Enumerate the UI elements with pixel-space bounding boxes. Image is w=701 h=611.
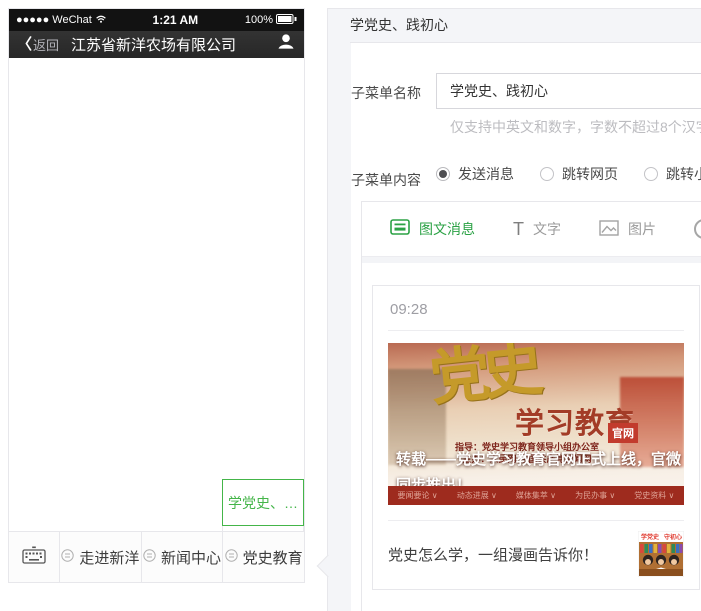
menu-item-1[interactable]: 走进新洋 [60,532,142,582]
banner-nav-item: 要闻要论 ∨ [398,490,438,501]
tab-rich-media[interactable]: 图文消息 [390,219,475,239]
radio-label: 发送消息 [458,164,514,184]
banner-nav-strip: 要闻要论 ∨ 动态进展 ∨ 媒体集萃 ∨ 为民办事 ∨ 党史资料 ∨ [388,486,684,505]
name-field-label: 子菜单名称 [351,83,421,103]
tab-text[interactable]: T 文字 [513,219,561,239]
card-divider [388,330,684,331]
panel-content: 子菜单名称 仅支持中英文和数字，字数不超过8个汉字或 子菜单内容 发送消息 跳转… [351,43,701,611]
battery-percent: 100% [245,14,273,26]
menu-circle-icon [143,549,156,566]
menu-item-label: 走进新洋 [79,547,139,568]
banner-nav-item: 动态进展 ∨ [457,490,497,501]
rich-media-icon [390,219,410,239]
radio-dot [540,167,554,181]
phone-status-bar: ●●●●● WeChat 1:21 AM 100% [9,9,304,31]
menu-editor-page: ●●●●● WeChat 1:21 AM 100% 〈 返回 江苏省新洋农场有限… [0,0,701,611]
banner-nav-item: 为民办事 ∨ [575,490,615,501]
content-field-label: 子菜单内容 [351,170,421,190]
menu-circle-icon [61,549,74,566]
editor-tab-bar: 图文消息 T 文字 图片 [362,202,701,257]
chat-body: 学党史、… + [9,58,304,532]
panel-title: 学党史、践初心 [328,9,701,42]
radio-label: 跳转网页 [562,164,618,184]
battery-icon [276,14,297,27]
wifi-icon [96,14,106,26]
secondary-article[interactable]: 党史怎么学，一组漫画告诉你！ 学党史 守初心 [388,521,684,589]
menu-item-label: 新闻中心 [161,547,221,568]
clipped-tab-icon[interactable] [694,219,701,239]
phone-nav-bar: 〈 返回 江苏省新洋农场有限公司 [9,31,304,58]
content-type-radio-group: 发送消息 跳转网页 跳转小程 [436,164,701,184]
phone-preview: ●●●●● WeChat 1:21 AM 100% 〈 返回 江苏省新洋农场有限… [8,8,305,583]
menu-item-label: 党史教育 [243,547,303,568]
panel-callout-arrow [317,555,340,578]
message-editor-box: 图文消息 T 文字 图片 [361,201,701,611]
radio-jump-webpage[interactable]: 跳转网页 [540,164,618,184]
contact-person-icon[interactable] [276,32,296,57]
banner-nav-item: 党史资料 ∨ [634,490,674,501]
secondary-article-title: 党史怎么学，一组漫画告诉你！ [388,544,628,565]
radio-label: 跳转小程 [666,164,701,184]
phone-menu-bar: 走进新洋 新闻中心 党史教育 [9,531,304,582]
tab-label: 图片 [628,219,656,239]
radio-dot-selected [436,167,450,181]
status-time: 1:21 AM [110,13,241,27]
radio-dot [644,167,658,181]
tab-image[interactable]: 图片 [599,219,656,239]
menu-item-2[interactable]: 新闻中心 [142,532,224,582]
tab-label: 文字 [533,219,561,239]
back-button[interactable]: 返回 [33,35,59,54]
edit-panel: 学党史、践初心 子菜单名称 仅支持中英文和数字，字数不超过8个汉字或 子菜单内容… [327,8,701,611]
radio-jump-miniprogram[interactable]: 跳转小程 [644,164,701,184]
account-title: 江苏省新洋农场有限公司 [71,34,276,55]
back-chevron-icon[interactable]: 〈 [17,37,32,52]
thumb-tag-1: 学党史 [641,533,660,541]
submenu-item-selected[interactable]: 学党史、… [222,479,304,526]
menu-circle-icon [225,549,238,566]
submenu-name-input[interactable] [436,73,701,109]
thumb-tag-2: 守初心 [664,533,682,541]
keyboard-icon [22,546,46,569]
keyboard-toggle[interactable] [9,532,60,582]
message-preview-area: 09:28 党史 学习教育 官网 指导：党史学习教育领导小组办公室 主办：人民网… [362,263,701,590]
message-time: 09:28 [388,299,684,330]
carrier-label: ●●●●● WeChat [16,14,92,26]
article-thumbnail: 学党史 守初心 [638,531,684,577]
image-icon [599,220,619,239]
name-field-hint: 仅支持中英文和数字，字数不超过8个汉字或 [450,117,701,137]
text-T-icon: T [513,220,524,238]
tab-label: 图文消息 [419,219,475,239]
message-card: 09:28 党史 学习教育 官网 指导：党史学习教育领导小组办公室 主办：人民网… [372,285,700,590]
cover-article[interactable]: 党史 学习教育 官网 指导：党史学习教育领导小组办公室 主办：人民网·中国共产党… [388,343,684,505]
radio-send-message[interactable]: 发送消息 [436,164,514,184]
menu-item-3[interactable]: 党史教育 [223,532,304,582]
banner-nav-item: 媒体集萃 ∨ [516,490,556,501]
